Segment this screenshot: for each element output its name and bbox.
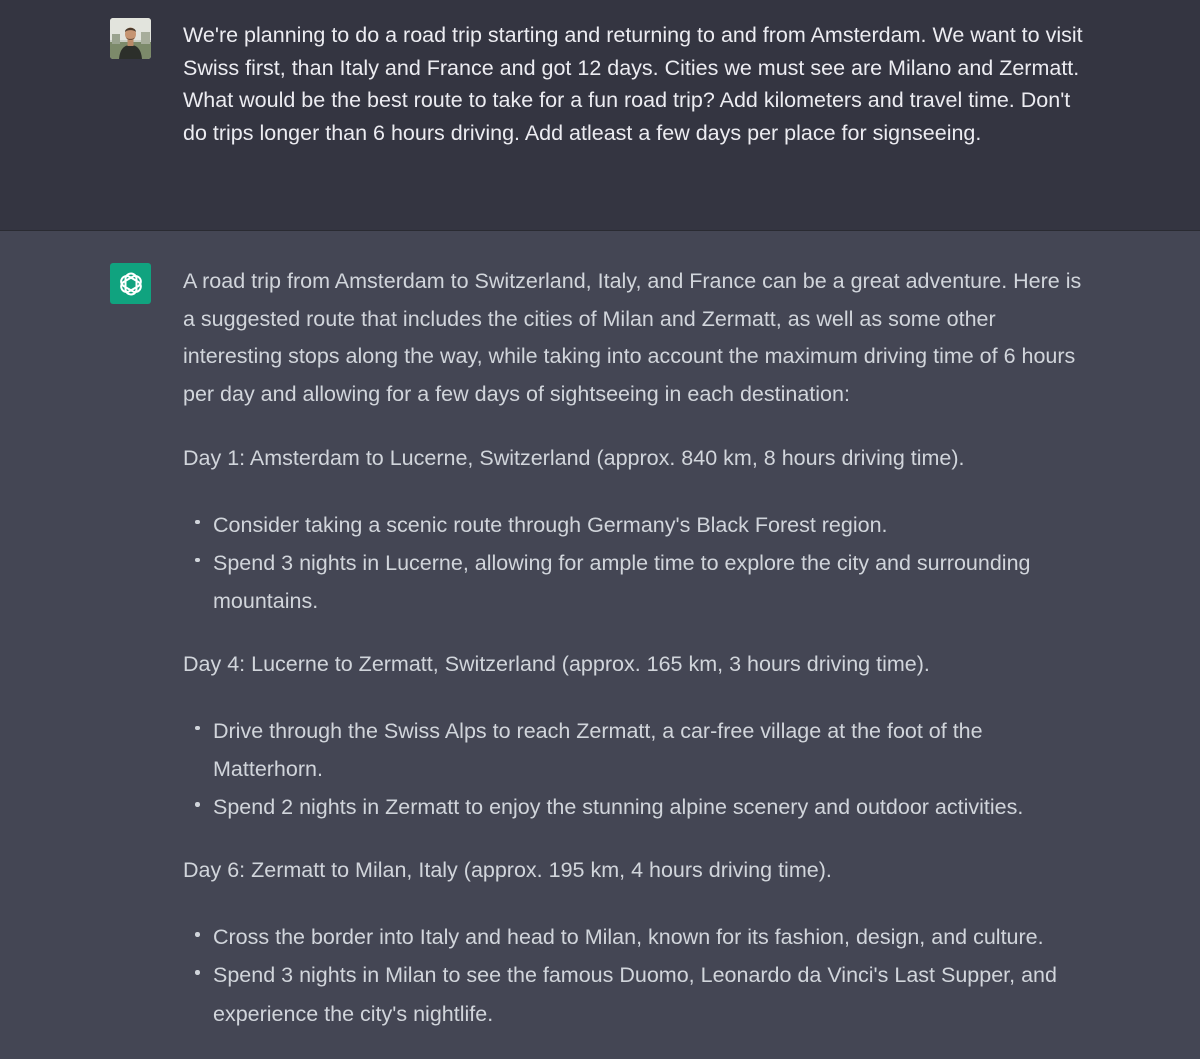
day-heading: Day 4: Lucerne to Zermatt, Switzerland (… — [183, 652, 930, 677]
list-item: Spend 3 nights in Lucerne, allowing for … — [195, 544, 1083, 620]
assistant-message-content: A road trip from Amsterdam to Switzerlan… — [183, 263, 1083, 1059]
intro-paragraph: A road trip from Amsterdam to Switzerlan… — [183, 269, 1082, 407]
openai-logo-icon — [119, 272, 142, 295]
bullet-list: Consider taking a scenic route through G… — [183, 506, 1083, 621]
assistant-message: A road trip from Amsterdam to Switzerlan… — [0, 231, 1200, 1055]
bullet-list: Drive through the Swiss Alps to reach Ze… — [183, 712, 1083, 827]
assistant-avatar — [110, 263, 151, 304]
list-item: Cross the border into Italy and head to … — [195, 918, 1083, 956]
user-message: We're planning to do a road trip startin… — [0, 0, 1200, 231]
bullet-list: Cross the border into Italy and head to … — [183, 918, 1083, 1033]
list-item: Spend 2 nights in Zermatt to enjoy the s… — [195, 788, 1083, 826]
user-message-text: We're planning to do a road trip startin… — [183, 23, 1083, 145]
list-item: Spend 3 nights in Milan to see the famou… — [195, 956, 1083, 1032]
day-heading: Day 6: Zermatt to Milan, Italy (approx. … — [183, 858, 832, 883]
user-photo-icon — [110, 18, 151, 59]
list-item: Drive through the Swiss Alps to reach Ze… — [195, 712, 1083, 788]
list-item: Consider taking a scenic route through G… — [195, 506, 1083, 544]
user-avatar — [110, 18, 151, 59]
day-heading: Day 1: Amsterdam to Lucerne, Switzerland… — [183, 445, 965, 470]
